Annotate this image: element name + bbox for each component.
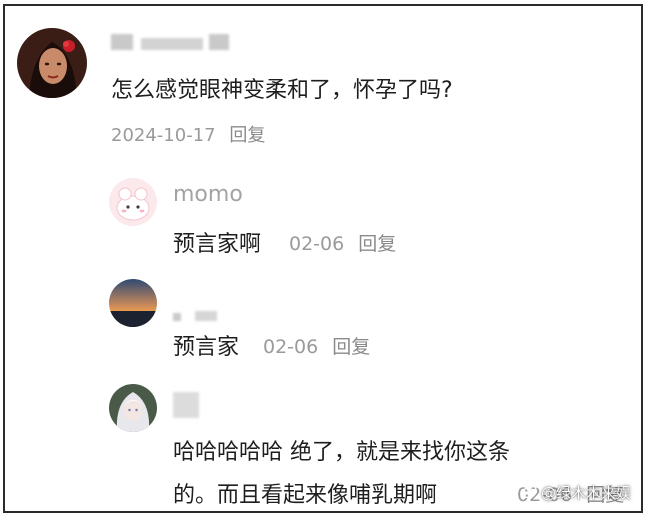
reply-meta: 02-06 回复 xyxy=(263,332,370,359)
reply-avatar-momo[interactable] xyxy=(109,178,157,226)
main-comment-username-redacted xyxy=(111,34,229,54)
comment-thread: 怎么感觉眼神变柔和了，怀孕了吗? 2024-10-17 回复 momo 预言家啊… xyxy=(3,4,643,513)
user-avatar-pink-cartoon-icon xyxy=(109,178,157,226)
reply-avatar-sunset[interactable] xyxy=(109,279,157,327)
reply-text-line2: 的。而且看起来像哺乳期啊 xyxy=(173,483,438,508)
reply-username[interactable]: momo xyxy=(173,182,243,207)
weibo-icon xyxy=(520,484,538,502)
reply-button[interactable]: 回复 xyxy=(229,125,265,146)
reply-text: 预言家啊 xyxy=(173,232,262,257)
reply-date: 02-06 xyxy=(289,233,345,255)
watermark: @绿木木来娱 xyxy=(520,482,631,503)
reply-button[interactable]: 回复 xyxy=(332,336,370,358)
main-comment-avatar[interactable] xyxy=(17,28,87,98)
reply-meta: 02-06 回复 xyxy=(289,229,396,256)
main-comment-meta: 2024-10-17 回复 xyxy=(111,121,265,147)
reply-avatar-anime-girl[interactable] xyxy=(109,384,157,432)
reply-text: 预言家 xyxy=(173,335,240,360)
watermark-text: @绿木木来娱 xyxy=(540,484,631,502)
reply-username-redacted xyxy=(173,392,199,422)
user-avatar-woman-icon xyxy=(17,28,87,98)
reply-date: 02-06 xyxy=(263,336,319,358)
reply-username-redacted xyxy=(173,306,217,325)
main-comment-text: 怎么感觉眼神变柔和了，怀孕了吗? xyxy=(111,78,453,103)
reply-button[interactable]: 回复 xyxy=(358,233,396,255)
comment-date: 2024-10-17 xyxy=(111,125,216,146)
user-avatar-sunset-icon xyxy=(109,279,157,327)
user-avatar-anime-girl-icon xyxy=(109,384,157,432)
reply-text-line1: 哈哈哈哈哈 绝了，就是来找你这条 xyxy=(173,440,510,465)
